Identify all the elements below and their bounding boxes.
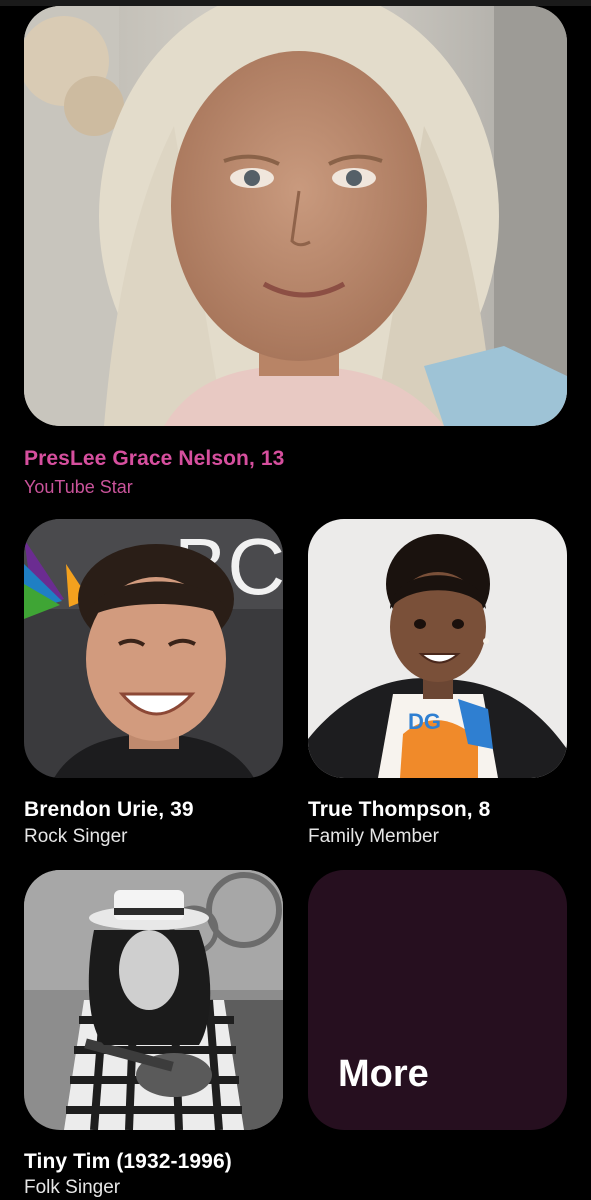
person-photo-true-thompson: DG (308, 519, 567, 778)
more-button[interactable]: More (308, 870, 567, 1130)
person-name: True Thompson, 8 (308, 798, 491, 821)
celebrity-grid-page: PresLee Grace Nelson, 13 YouTube Star BC (0, 0, 591, 1200)
person-name: Brendon Urie, 39 (24, 798, 194, 821)
featured-person-role: YouTube Star (24, 477, 133, 497)
person-name: Tiny Tim (1932-1996) (24, 1150, 232, 1173)
more-button-label: More (338, 1053, 429, 1095)
person-role: Family Member (308, 826, 439, 847)
shirt-print-text: DG (408, 709, 441, 734)
featured-person-photo (24, 6, 567, 426)
person-photo-brendon-urie: BC (24, 519, 283, 778)
person-photo-tiny-tim (24, 870, 283, 1130)
person-role: Folk Singer (24, 1177, 121, 1198)
featured-person-name: PresLee Grace Nelson, 13 (24, 447, 285, 470)
person-role: Rock Singer (24, 826, 128, 847)
